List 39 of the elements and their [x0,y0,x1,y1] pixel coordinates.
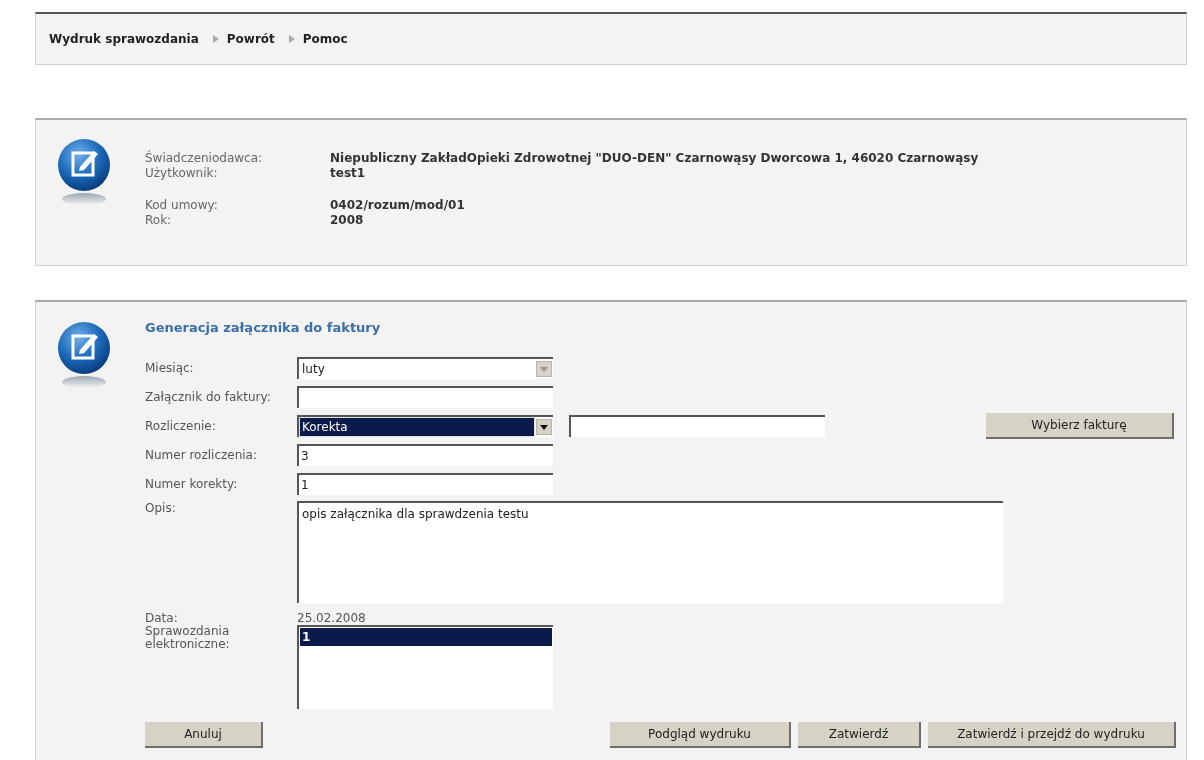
action-button[interactable]: Zatwierdź i przejdź do wydruku [928,722,1176,748]
field-label: Załącznik do faktury: [145,389,272,404]
action-button[interactable]: Podgląd wydruku [610,722,791,748]
dropdown[interactable]: Korekta [297,414,553,437]
info-value: 2008 [330,213,364,228]
info-label: Kod umowy: [145,198,219,213]
info-label: Świadczeniodawca: [145,151,264,166]
form-title: Generacja załącznika do faktury [145,320,382,336]
arrow-icon [212,35,219,43]
input-field[interactable] [569,414,825,437]
action-button[interactable]: Wybierz fakturę [986,412,1174,439]
input-field[interactable] [297,385,553,408]
description-field[interactable]: opis załącznika dla sprawdzenia testu [297,501,1003,603]
nav-link[interactable]: Pomoc [302,30,348,48]
action-button[interactable]: Zatwierdź [798,722,921,748]
info-value: 0402/rozum/mod/01 [330,198,465,213]
input-field[interactable]: 3 [297,443,553,466]
dropdown-arrow-icon [536,360,552,377]
action-button[interactable]: Anuluj [145,722,263,748]
field-label: Sprawozdania elektroniczne: [145,625,231,651]
list-box[interactable]: 1 [297,625,553,709]
input-field[interactable]: 1 [297,472,553,495]
field-label: Numer korekty: [145,476,239,491]
nav-link[interactable]: Wydruk sprawozdania [49,30,199,48]
field-label: Opis: [145,501,177,515]
list-item[interactable]: 1 [300,628,552,646]
arrow-icon [288,35,295,43]
info-label: Rok: [145,213,173,228]
info-value: Niepubliczny ZakładOpieki Zdrowotnej "DUO-DEN" Czarnowąsy Dworcowa 1, 46020 Czarnowąsy [330,151,979,166]
info-value: test1 [330,166,366,181]
date-value: 25.02.2008 [297,610,366,627]
field-label: Miesiąc: [145,360,195,375]
field-label: Data: [145,611,179,625]
nav-link[interactable]: Powrót [226,30,275,48]
dropdown[interactable]: luty [297,356,553,379]
info-label: Użytkownik: [145,166,219,181]
field-label: Numer rozliczenia: [145,447,258,462]
field-label: Rozliczenie: [145,418,217,433]
dropdown-arrow-icon [536,418,552,435]
